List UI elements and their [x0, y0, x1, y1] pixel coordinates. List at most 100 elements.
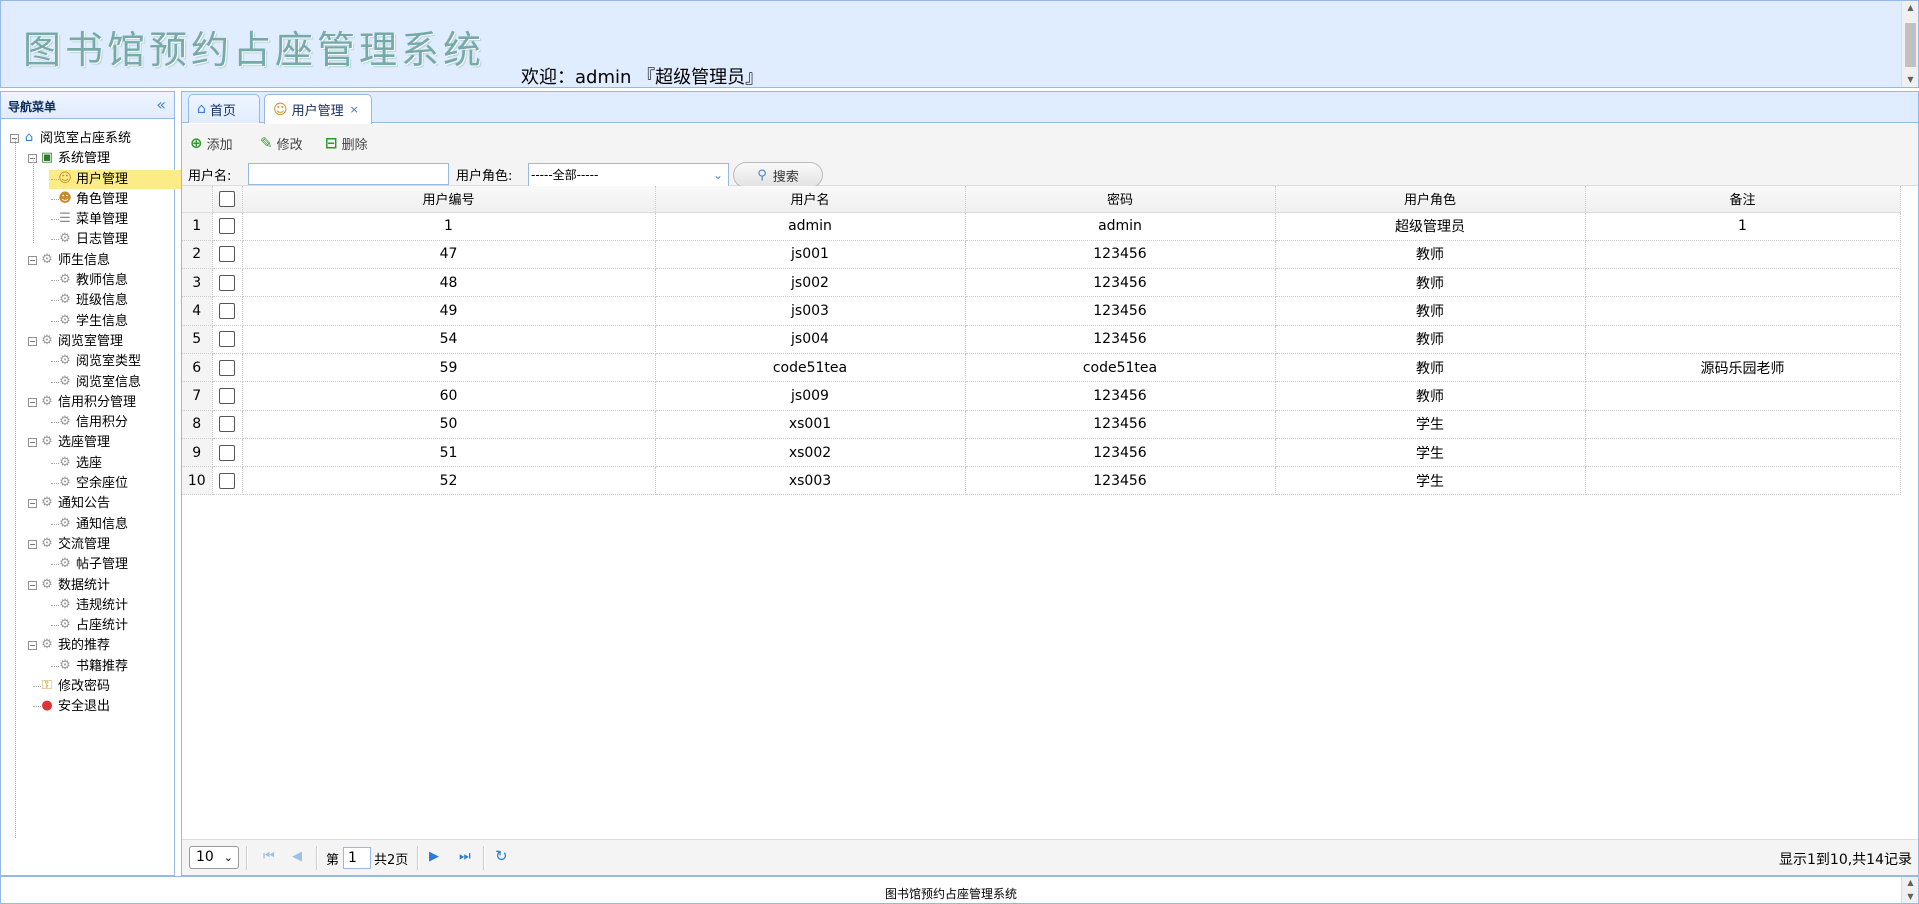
page-size-select[interactable]: 10 ⌄	[189, 846, 239, 869]
header-scrollbar[interactable]: ▲ ▼	[1901, 1, 1918, 87]
nav-item[interactable]: ⚙ 空余座位	[1, 473, 174, 493]
nav-item[interactable]: ⚙ 占座统计	[1, 615, 174, 635]
footer-scrollbar[interactable]: ▲ ▼	[1901, 877, 1918, 903]
search-label: 搜索	[772, 169, 799, 185]
nav-item[interactable]: − ⚙ 数据统计	[1, 575, 174, 595]
column-header[interactable]: 备注	[1585, 186, 1901, 213]
column-header[interactable]: 密码	[965, 186, 1276, 213]
collapse-toggle-icon[interactable]: −	[28, 539, 37, 549]
table-row[interactable]: 8 50 xs001 123456 学生	[182, 410, 1901, 439]
nav-item[interactable]: ⚙ 信用积分	[1, 412, 174, 432]
table-row[interactable]: 10 52 xs003 123456 学生	[182, 466, 1901, 496]
collapse-toggle-icon[interactable]: −	[28, 438, 37, 448]
row-checkbox[interactable]	[212, 212, 243, 241]
table-row[interactable]: 1 1 admin admin 超级管理员 1	[182, 212, 1901, 241]
last-page-icon[interactable]: ⏭	[459, 849, 471, 864]
collapse-toggle-icon[interactable]: −	[28, 336, 37, 346]
double-chevron-left-icon[interactable]: «	[156, 95, 166, 114]
collapse-toggle-icon[interactable]: −	[28, 255, 37, 265]
checkbox[interactable]	[219, 472, 235, 489]
nav-item[interactable]: ⚙ 帖子管理	[1, 554, 174, 574]
next-page-icon[interactable]: ▶	[429, 849, 439, 864]
nav-item[interactable]: − ⚙ 交流管理	[1, 534, 174, 554]
checkbox[interactable]	[219, 359, 235, 376]
collapse-toggle-icon[interactable]: −	[28, 641, 37, 651]
nav-item[interactable]: ☻ 角色管理	[1, 189, 174, 209]
nav-item[interactable]: − ▣ 系统管理	[1, 148, 174, 168]
add-button[interactable]: ⊕ 添加	[190, 132, 233, 154]
username-input[interactable]	[248, 163, 449, 185]
row-checkbox[interactable]	[212, 381, 243, 411]
nav-item[interactable]: − ⚙ 选座管理	[1, 432, 174, 452]
role-select[interactable]: -----全部----- ⌄	[528, 163, 729, 187]
nav-item[interactable]: ⚙ 书籍推荐	[1, 656, 174, 676]
row-checkbox[interactable]	[212, 296, 243, 326]
refresh-icon[interactable]: ↻	[495, 847, 508, 865]
select-all-checkbox[interactable]	[212, 186, 243, 213]
close-icon[interactable]: ×	[350, 103, 359, 116]
scroll-thumb[interactable]	[1905, 23, 1916, 67]
column-header[interactable]: 用户名	[655, 186, 966, 213]
checkbox[interactable]	[219, 246, 235, 263]
checkbox[interactable]	[219, 218, 235, 235]
row-checkbox[interactable]	[212, 466, 243, 496]
row-checkbox[interactable]	[212, 240, 243, 270]
tab-user-management[interactable]: ☺ 用户管理 ×	[264, 94, 372, 124]
nav-item[interactable]: ● 安全退出	[1, 696, 174, 716]
first-page-icon[interactable]: ⏮	[263, 849, 275, 864]
nav-item[interactable]: ⚙ 日志管理	[1, 229, 174, 249]
nav-item[interactable]: − ⚙ 师生信息	[1, 250, 174, 270]
scroll-up-icon[interactable]: ▲	[1902, 1, 1919, 15]
scroll-up-icon[interactable]: ▲	[1902, 877, 1919, 889]
table-row[interactable]: 5 54 js004 123456 教师	[182, 325, 1901, 354]
row-checkbox[interactable]	[212, 325, 243, 354]
checkbox[interactable]	[219, 274, 235, 291]
collapse-toggle-icon[interactable]: −	[28, 397, 37, 407]
nav-item[interactable]: ☺ 用户管理	[1, 169, 209, 189]
nav-item[interactable]: ⚙ 学生信息	[1, 311, 174, 331]
row-checkbox[interactable]	[212, 268, 243, 298]
column-header[interactable]: 用户编号	[242, 186, 656, 213]
nav-item[interactable]: ⚙ 教师信息	[1, 270, 174, 290]
nav-item[interactable]: ☰ 菜单管理	[1, 209, 174, 229]
nav-item[interactable]: ⚙ 违规统计	[1, 595, 174, 615]
scroll-down-icon[interactable]: ▼	[1902, 891, 1919, 903]
table-row[interactable]: 3 48 js002 123456 教师	[182, 268, 1901, 298]
scroll-down-icon[interactable]: ▼	[1902, 73, 1919, 87]
row-checkbox[interactable]	[212, 438, 243, 468]
checkbox[interactable]	[219, 416, 235, 433]
column-header[interactable]: 用户角色	[1275, 186, 1586, 213]
checkbox[interactable]	[219, 387, 235, 404]
nav-item[interactable]: − ⚙ 我的推荐	[1, 635, 174, 655]
chevron-down-icon[interactable]: ⌄	[708, 164, 728, 186]
nav-item[interactable]: ⚙ 选座	[1, 453, 174, 473]
table-row[interactable]: 7 60 js009 123456 教师	[182, 381, 1901, 411]
nav-item[interactable]: ⚙ 通知信息	[1, 514, 174, 534]
table-row[interactable]: 6 59 code51tea code51tea 教师 源码乐园老师	[182, 353, 1901, 383]
nav-item[interactable]: − ⚙ 信用积分管理	[1, 392, 174, 412]
prev-page-icon[interactable]: ◀	[292, 849, 302, 864]
edit-button[interactable]: ✎ 修改	[260, 132, 303, 154]
tab-home[interactable]: ⌂ 首页	[188, 94, 260, 123]
nav-item[interactable]: ⚿ 修改密码	[1, 676, 174, 696]
table-row[interactable]: 9 51 xs002 123456 学生	[182, 438, 1901, 468]
collapse-toggle-icon[interactable]: −	[28, 499, 37, 509]
delete-button[interactable]: ⊟ 删除	[325, 132, 368, 154]
page-number-input[interactable]: 1	[343, 847, 371, 869]
checkbox[interactable]	[219, 303, 235, 320]
row-checkbox[interactable]	[212, 353, 243, 383]
search-button[interactable]: ⚲ 搜索	[733, 162, 823, 188]
checkbox[interactable]	[219, 331, 235, 348]
table-row[interactable]: 4 49 js003 123456 教师	[182, 296, 1901, 326]
nav-item[interactable]: − ⚙ 通知公告	[1, 493, 174, 513]
table-row[interactable]: 2 47 js001 123456 教师	[182, 240, 1901, 270]
nav-item[interactable]: ⚙ 阅览室信息	[1, 372, 174, 392]
nav-item[interactable]: − ⚙ 阅览室管理	[1, 331, 174, 351]
nav-item[interactable]: − ⌂ 阅览室占座系统	[1, 128, 174, 148]
nav-item[interactable]: ⚙ 班级信息	[1, 290, 174, 310]
cell-password: 123456	[965, 240, 1276, 270]
checkbox[interactable]	[219, 444, 235, 461]
nav-item[interactable]: ⚙ 阅览室类型	[1, 351, 174, 371]
collapse-toggle-icon[interactable]: −	[28, 580, 37, 590]
row-checkbox[interactable]	[212, 410, 243, 439]
